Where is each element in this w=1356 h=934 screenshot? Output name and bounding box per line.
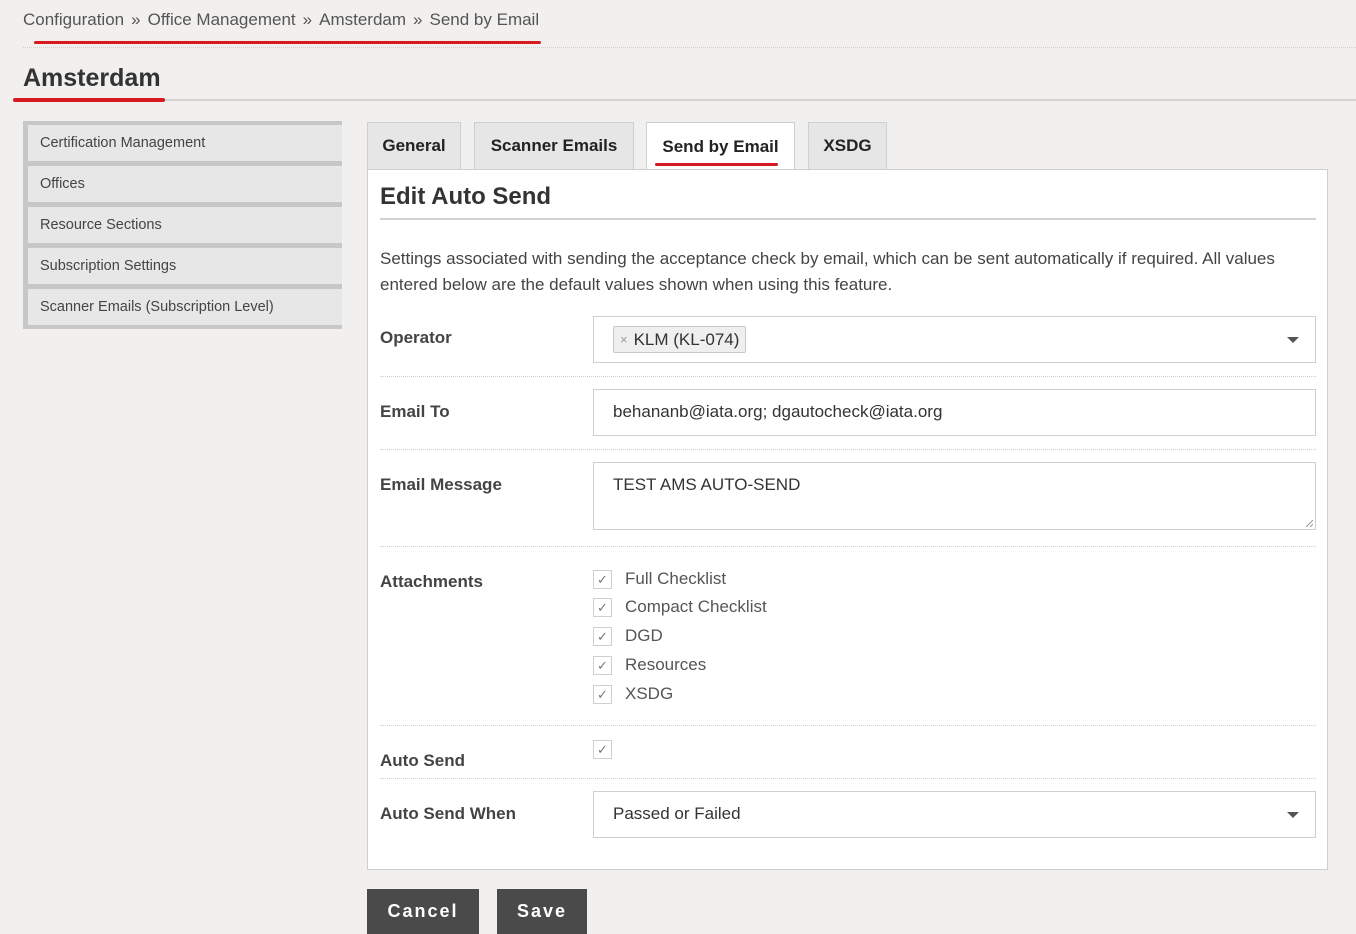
auto-send-when-value: Passed or Failed	[613, 804, 741, 823]
row-divider	[380, 725, 1316, 726]
row-divider	[380, 376, 1316, 377]
breadcrumb-underline	[34, 41, 541, 44]
checkbox-resources[interactable]: ✓	[593, 656, 612, 675]
attachments-label: Attachments	[380, 572, 483, 591]
operator-tag: × KLM (KL-074)	[613, 326, 747, 353]
breadcrumb-office-management[interactable]: Office Management	[148, 10, 296, 29]
divider	[23, 47, 1356, 49]
panel-title-divider	[380, 218, 1316, 220]
breadcrumb-send-by-email: Send by Email	[429, 10, 540, 29]
operator-select[interactable]: × KLM (KL-074)	[593, 316, 1316, 363]
operator-tag-label: KLM (KL-074)	[633, 329, 740, 349]
title-underline	[13, 98, 165, 102]
email-message-value: TEST AMS AUTO-SEND	[613, 475, 801, 494]
attachment-label-full-checklist: Full Checklist	[625, 569, 727, 588]
tab-xsdg[interactable]: XSDG	[808, 122, 887, 169]
auto-send-label: Auto Send	[380, 751, 465, 770]
attachment-label-xsdg: XSDG	[625, 684, 674, 703]
breadcrumb-separator: »	[302, 10, 313, 29]
attachment-label-dgd: DGD	[625, 626, 663, 645]
attachment-label-resources: Resources	[625, 655, 707, 674]
check-icon: ✓	[597, 657, 608, 673]
email-message-textarea[interactable]: TEST AMS AUTO-SEND	[593, 462, 1316, 530]
panel-description: Settings associated with sending the acc…	[380, 249, 1275, 294]
check-icon: ✓	[597, 741, 608, 757]
chevron-down-icon	[1287, 337, 1299, 343]
check-icon: ✓	[597, 628, 608, 644]
checkbox-dgd[interactable]: ✓	[593, 627, 612, 646]
title-divider	[13, 99, 1356, 101]
active-tab-underline	[655, 163, 778, 166]
auto-send-when-select[interactable]: Passed or Failed	[593, 791, 1316, 838]
check-icon: ✓	[597, 686, 608, 702]
remove-tag-icon[interactable]: ×	[620, 332, 628, 347]
breadcrumb-configuration[interactable]: Configuration	[23, 10, 124, 29]
tab-general[interactable]: General	[367, 122, 461, 169]
chevron-down-icon	[1287, 812, 1299, 818]
sidebar-item-offices[interactable]: Offices	[28, 166, 342, 202]
page-title: Amsterdam	[23, 64, 161, 92]
sidebar-item-certification-management[interactable]: Certification Management	[28, 125, 342, 161]
email-to-field[interactable]: behananb@iata.org; dgautocheck@iata.org	[593, 389, 1316, 436]
email-to-label: Email To	[380, 402, 450, 421]
checkbox-compact-checklist[interactable]: ✓	[593, 598, 612, 617]
breadcrumb-separator: »	[413, 10, 423, 29]
email-to-value: behananb@iata.org; dgautocheck@iata.org	[613, 402, 943, 421]
row-divider	[380, 778, 1316, 779]
breadcrumb-separator: »	[131, 10, 141, 29]
sidebar-item-subscription-settings[interactable]: Subscription Settings	[28, 248, 342, 284]
check-icon: ✓	[597, 571, 608, 587]
panel-title: Edit Auto Send	[380, 183, 552, 210]
checkbox-full-checklist[interactable]: ✓	[593, 570, 612, 589]
check-icon: ✓	[597, 599, 608, 615]
operator-label: Operator	[380, 328, 452, 347]
row-divider	[380, 546, 1316, 547]
resize-grip-icon[interactable]	[1305, 519, 1313, 527]
save-button[interactable]: Save	[497, 889, 587, 934]
auto-send-when-label: Auto Send When	[380, 804, 516, 823]
breadcrumb: Configuration » Office Management » Amsterda…	[23, 10, 539, 30]
row-divider	[380, 449, 1316, 450]
sidebar: Certification Management Offices Resourc…	[23, 121, 342, 329]
tab-scanner-emails[interactable]: Scanner Emails	[474, 122, 634, 169]
checkbox-auto-send[interactable]: ✓	[593, 740, 612, 759]
checkbox-xsdg[interactable]: ✓	[593, 685, 612, 704]
sidebar-item-scanner-emails-subscription[interactable]: Scanner Emails (Subscription Level)	[28, 289, 342, 325]
cancel-button[interactable]: Cancel	[367, 889, 479, 934]
sidebar-item-resource-sections[interactable]: Resource Sections	[28, 207, 342, 243]
breadcrumb-amsterdam[interactable]: Amsterdam	[319, 10, 406, 29]
attachment-label-compact-checklist: Compact Checklist	[625, 597, 767, 616]
email-message-label: Email Message	[380, 475, 502, 494]
